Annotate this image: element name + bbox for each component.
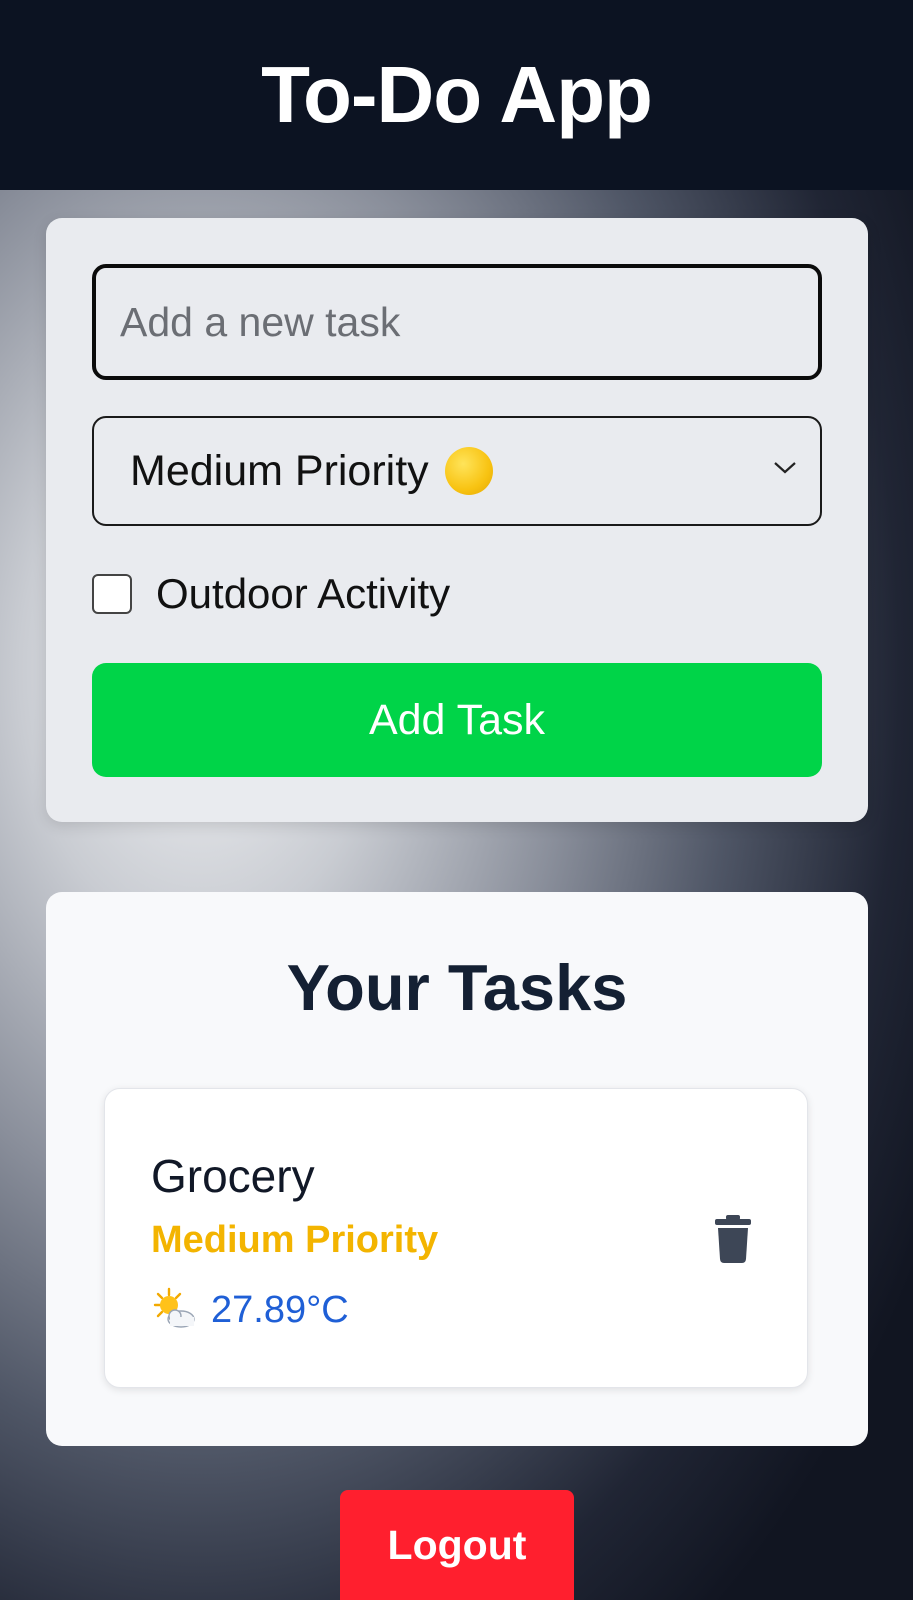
task-weather: 27.89°C <box>151 1287 349 1333</box>
logout-button[interactable]: Logout <box>340 1490 574 1600</box>
app-header: To-Do App <box>0 0 913 190</box>
sun-behind-cloud-icon <box>153 1287 195 1328</box>
task-input[interactable] <box>92 264 822 380</box>
outdoor-activity-row: Outdoor Activity <box>92 570 450 618</box>
add-task-button[interactable]: Add Task <box>92 663 822 777</box>
task-name: Grocery <box>151 1150 315 1202</box>
task-priority: Medium Priority <box>151 1219 439 1261</box>
outdoor-activity-checkbox[interactable] <box>92 574 132 614</box>
chevron-down-icon <box>774 462 796 474</box>
trash-icon[interactable] <box>715 1215 751 1263</box>
app-title: To-Do App <box>261 50 653 139</box>
task-item: Grocery Medium Priority 27.89°C <box>104 1088 808 1388</box>
tasks-title: Your Tasks <box>286 951 628 1024</box>
priority-select-value: Medium Priority <box>130 446 429 495</box>
priority-select[interactable]: Medium Priority <box>92 416 822 526</box>
outdoor-activity-label[interactable]: Outdoor Activity <box>156 570 450 618</box>
yellow-circle-icon <box>444 447 493 495</box>
task-temperature: 27.89°C <box>211 1288 349 1331</box>
add-task-form: Medium Priority Outdoor Activity Add Tas… <box>46 218 868 822</box>
tasks-panel: Your Tasks Grocery Medium Priority 27.89… <box>46 892 868 1446</box>
